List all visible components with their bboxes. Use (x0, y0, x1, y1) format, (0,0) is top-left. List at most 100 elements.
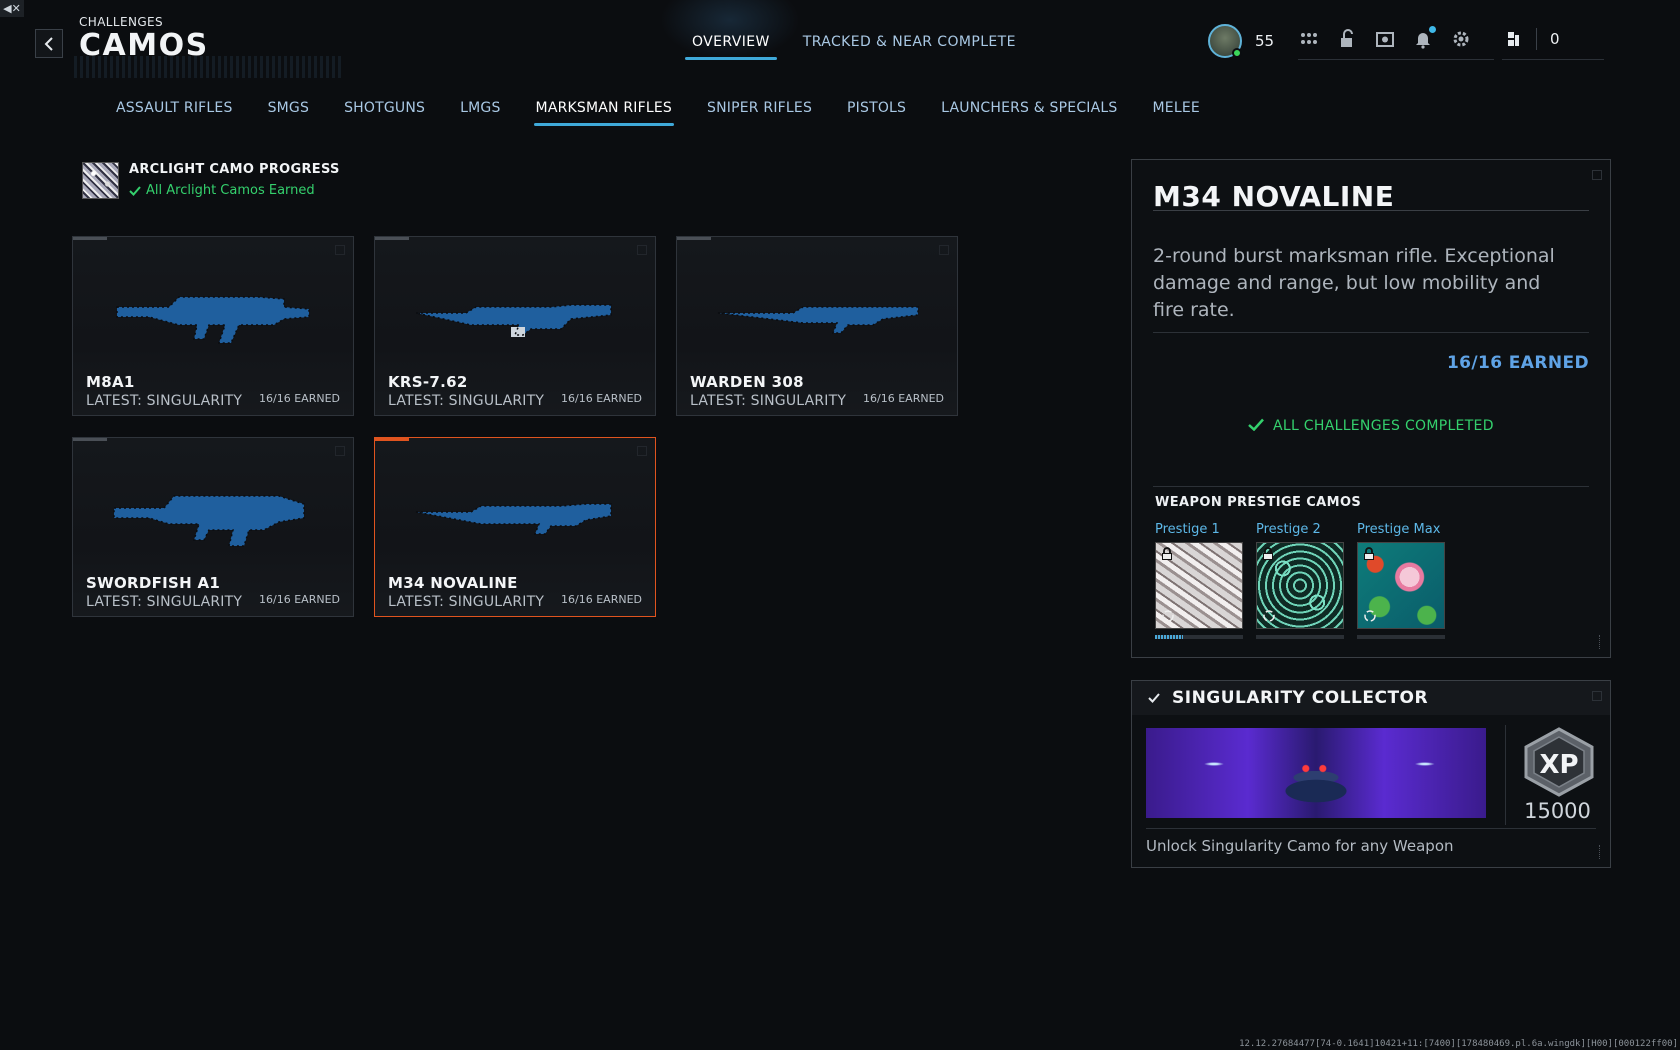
weapon-earned-count: 16/16 EARNED (259, 392, 340, 405)
prestige-camo-list: Prestige 1 Prestige 2 Prestige Max (1155, 522, 1445, 639)
card-corner (335, 446, 345, 456)
currency-value: 0 (1550, 30, 1560, 48)
weapon-latest-camo: LATEST: SINGULARITY (86, 594, 243, 610)
notification-dot (1429, 26, 1436, 33)
check-icon (1148, 693, 1160, 703)
rifle-icon (415, 304, 612, 337)
rifle-icon (113, 495, 305, 547)
weapon-latest-camo: LATEST: SINGULARITY (690, 393, 847, 409)
prestige-label: Prestige Max (1357, 522, 1441, 537)
tab-smgs[interactable]: SMGS (268, 100, 310, 126)
camo-progress-status-text: All Arclight Camos Earned (146, 183, 315, 198)
weapon-detail-panel: M34 NOVALINE 2-round burst marksman rifl… (1131, 159, 1611, 658)
rifle-icon (116, 296, 310, 344)
tab-lmgs[interactable]: LMGS (460, 100, 500, 126)
title-decoration (74, 56, 344, 78)
weapon-card-m8a1[interactable]: M8A1 LATEST: SINGULARITY 16/16 EARNED (72, 236, 354, 416)
xp-value: 15000 (1524, 799, 1591, 823)
weapon-card-warden-308[interactable]: WARDEN 308 LATEST: SINGULARITY 16/16 EAR… (676, 236, 958, 416)
detail-description: 2-round burst marksman rifle. Exceptiona… (1153, 245, 1555, 321)
online-status-dot (1232, 48, 1242, 58)
camo-progress-title: ARCLIGHT CAMO PROGRESS (129, 162, 340, 177)
tab-tracked-near-complete[interactable]: TRACKED & NEAR COMPLETE (801, 34, 1018, 60)
prestige-progress-bar (1357, 635, 1445, 639)
prestige-progress-bar (1256, 635, 1344, 639)
hud-icon-bar (1298, 26, 1494, 60)
weapon-card-swordfish-a1[interactable]: SWORDFISH A1 LATEST: SINGULARITY 16/16 E… (72, 437, 354, 617)
apps-grid-icon[interactable] (1298, 28, 1320, 50)
reward-description: Unlock Singularity Camo for any Weapon (1146, 837, 1454, 855)
tab-overview[interactable]: OVERVIEW (685, 34, 777, 60)
tab-sniper-rifles[interactable]: SNIPER RIFLES (707, 100, 812, 126)
rifle-icon (415, 503, 612, 535)
card-progress-bar (73, 438, 107, 441)
camo-progress[interactable]: ARCLIGHT CAMO PROGRESS All Arclight Camo… (82, 162, 340, 199)
weapon-latest-camo: LATEST: SINGULARITY (86, 393, 243, 409)
page-eyebrow: CHALLENGES (79, 15, 164, 29)
weapon-name: M8A1 (86, 373, 135, 391)
tab-marksman-rifles[interactable]: MARKSMAN RIFLES (533, 100, 675, 126)
currency-display[interactable]: 0 (1502, 28, 1604, 60)
card-corner (335, 245, 345, 255)
tab-shotguns[interactable]: SHOTGUNS (344, 100, 425, 126)
avatar[interactable] (1208, 24, 1242, 58)
weapon-category-tabs: ASSAULT RIFLES SMGS SHOTGUNS LMGS MARKSM… (116, 100, 1235, 126)
prestige-cycle-icon (1162, 610, 1174, 622)
prestige-camo-image (1256, 542, 1344, 629)
weapon-name: SWORDFISH A1 (86, 574, 221, 592)
divider (1146, 828, 1596, 829)
lock-icon (1263, 547, 1273, 560)
card-corner (637, 446, 647, 456)
player-hud: 55 (1208, 24, 1274, 58)
tab-melee[interactable]: MELEE (1153, 100, 1200, 126)
card-progress-bar (677, 237, 711, 240)
reward-calling-card-image (1146, 728, 1486, 818)
camo-progress-status: All Arclight Camos Earned (129, 183, 340, 198)
tab-launchers-specials[interactable]: LAUNCHERS & SPECIALS (941, 100, 1117, 126)
top-tabs: OVERVIEW TRACKED & NEAR COMPLETE (685, 34, 1018, 60)
reward-header: SINGULARITY COLLECTOR (1132, 681, 1610, 715)
weapon-earned-count: 16/16 EARNED (259, 593, 340, 606)
panel-corner (1592, 691, 1602, 701)
lock-icon (1162, 547, 1172, 560)
divider (1153, 210, 1589, 211)
tab-pistols[interactable]: PISTOLS (847, 100, 906, 126)
card-progress-bar (73, 237, 107, 240)
detail-earned-count: 16/16 EARNED (1446, 353, 1589, 373)
tab-assault-rifles[interactable]: ASSAULT RIFLES (116, 100, 233, 126)
unlock-icon[interactable] (1336, 28, 1358, 50)
detail-weapon-name: M34 NOVALINE (1153, 180, 1395, 213)
prestige-progress-bar (1155, 635, 1243, 639)
reward-title: SINGULARITY COLLECTOR (1172, 688, 1429, 708)
back-button[interactable] (35, 29, 63, 58)
challenges-completed-text: ALL CHALLENGES COMPLETED (1272, 418, 1494, 434)
reward-panel: SINGULARITY COLLECTOR XP 15000 Unlock Si… (1131, 680, 1611, 868)
prestige-label: Prestige 2 (1256, 522, 1321, 537)
prestige-camos-title: WEAPON PRESTIGE CAMOS (1155, 495, 1362, 510)
weapon-earned-count: 16/16 EARNED (561, 593, 642, 606)
store-icon[interactable] (1374, 28, 1396, 50)
bell-icon[interactable] (1412, 26, 1436, 50)
xp-badge-label: XP (1539, 750, 1578, 780)
prestige-camo-max[interactable]: Prestige Max (1357, 522, 1445, 639)
prestige-camo-image (1357, 542, 1445, 629)
prestige-camo-1[interactable]: Prestige 1 (1155, 522, 1243, 639)
prestige-camo-2[interactable]: Prestige 2 (1256, 522, 1344, 639)
divider (1153, 486, 1589, 487)
divider (1153, 332, 1589, 333)
panel-corner (1592, 170, 1602, 180)
check-icon (129, 185, 141, 196)
weapon-name: KRS-7.62 (388, 373, 468, 391)
weapon-earned-count: 16/16 EARNED (561, 392, 642, 405)
weapon-earned-count: 16/16 EARNED (863, 392, 944, 405)
gear-icon[interactable] (1450, 28, 1472, 50)
rifle-icon (717, 306, 919, 334)
chevron-left-icon (44, 36, 53, 51)
weapon-card-m34-novaline[interactable]: M34 NOVALINE LATEST: SINGULARITY 16/16 E… (374, 437, 656, 617)
card-corner (637, 245, 647, 255)
prestige-progress-fill (1155, 635, 1184, 639)
prestige-camo-image (1155, 542, 1243, 629)
cod-points-icon (1502, 28, 1524, 50)
weapon-card-krs-7-62[interactable]: KRS-7.62 LATEST: SINGULARITY 16/16 EARNE… (374, 236, 656, 416)
check-icon (1248, 418, 1265, 432)
